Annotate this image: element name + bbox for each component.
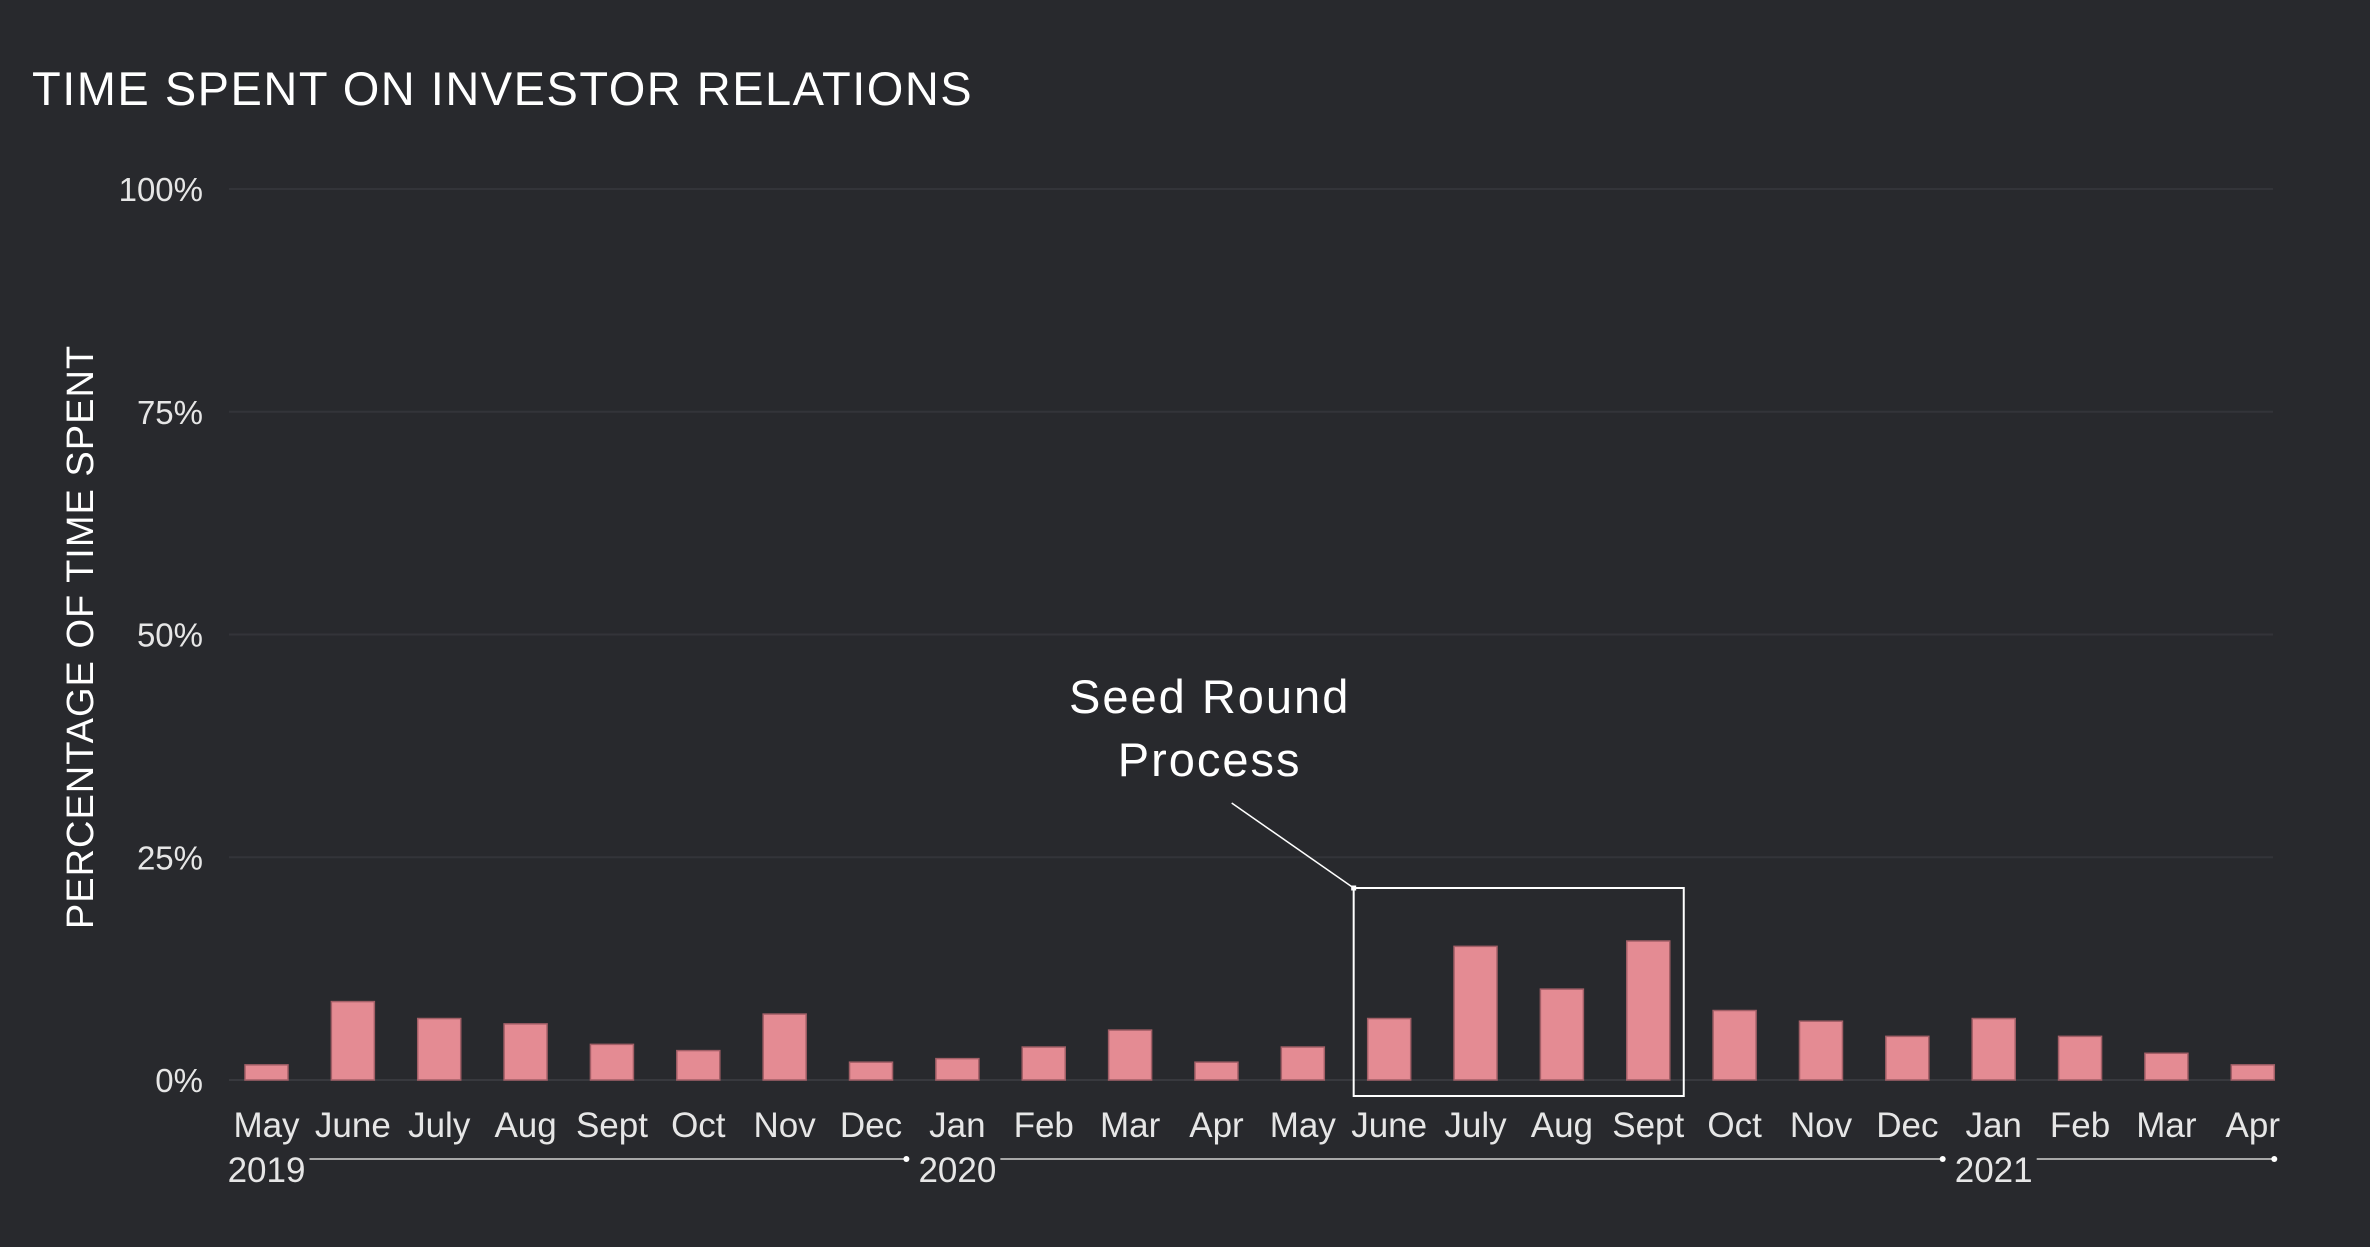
year-label-2019: 2019 (228, 1151, 306, 1190)
annotation-leader-dot (1351, 885, 1357, 891)
x-tick-label: Nov (754, 1106, 817, 1145)
bar-apr-11 (1194, 1061, 1239, 1081)
year-brackets: 2019 2020 2021 (228, 1151, 2278, 1190)
year-bracket-dot-2020 (1939, 1156, 1946, 1162)
bar-feb-21 (2057, 1035, 2103, 1081)
bar-jan-8 (935, 1057, 980, 1081)
bar-july-2 (416, 1017, 462, 1081)
x-tick-label: Apr (2226, 1106, 2281, 1145)
bar-july-14 (1453, 945, 1498, 1081)
bar-mar-10 (1107, 1029, 1153, 1081)
bar-may-12 (1280, 1046, 1326, 1081)
annotation-leader-line (1231, 802, 1355, 889)
bar-aug-15 (1539, 988, 1585, 1081)
y-tick-label: 75% (137, 394, 203, 431)
x-tick-label: Mar (2136, 1106, 2197, 1145)
x-tick-label: Apr (1189, 1106, 1244, 1145)
x-tick-label: June (315, 1106, 391, 1145)
bar-chart: TIME SPENT ON INVESTOR RELATIONS PERCENT… (32, 62, 2280, 1190)
x-tick-label: May (233, 1106, 300, 1145)
x-tick-label: Nov (1790, 1106, 1853, 1145)
x-tick-label: Mar (1100, 1106, 1161, 1145)
bar-nov-18 (1798, 1020, 1844, 1081)
bar-june-1 (330, 1000, 376, 1081)
y-axis-ticks: 0% 25% 50% 75% 100% (119, 171, 203, 1099)
year-label-2020: 2020 (918, 1151, 996, 1190)
bar-mar-22 (2144, 1052, 2189, 1081)
x-tick-label: May (1270, 1106, 1337, 1145)
y-axis-label: PERCENTAGE OF TIME SPENT (60, 345, 102, 929)
x-tick-label: June (1351, 1106, 1427, 1145)
bar-oct-17 (1712, 1009, 1757, 1081)
bar-jan-20 (1971, 1017, 2016, 1081)
bar-june-13 (1366, 1017, 1412, 1081)
x-tick-label: Feb (1014, 1106, 1074, 1145)
gridlines (229, 188, 2273, 1081)
y-tick-label: 0% (155, 1062, 203, 1099)
x-tick-label: Oct (1707, 1106, 1762, 1145)
x-tick-label: Feb (2050, 1106, 2110, 1145)
bar-dec-7 (848, 1061, 894, 1081)
x-tick-label: Sept (576, 1106, 648, 1145)
y-tick-label: 50% (137, 617, 203, 654)
x-axis-ticks: May June July Aug Sept Oct Nov Dec Jan Feb Mar Apr M… (233, 1106, 2280, 1145)
bar-nov-6 (762, 1013, 807, 1081)
bar-sept-4 (589, 1043, 635, 1081)
bar-may-0 (244, 1064, 289, 1081)
x-tick-label: July (408, 1106, 471, 1145)
bar-dec-19 (1885, 1035, 1930, 1081)
bar-aug-3 (503, 1023, 548, 1081)
x-tick-label: Aug (1531, 1106, 1593, 1145)
chart-title: TIME SPENT ON INVESTOR RELATIONS (32, 62, 973, 115)
bar-sept-16 (1626, 940, 1671, 1081)
bar-feb-9 (1021, 1046, 1066, 1081)
x-tick-label: Aug (494, 1106, 556, 1145)
bars (244, 940, 2276, 1081)
x-tick-label: Jan (929, 1106, 985, 1145)
x-tick-label: Sept (1612, 1106, 1684, 1145)
year-bracket-dot-2019 (903, 1156, 910, 1162)
x-tick-label: Dec (1876, 1106, 1938, 1145)
year-label-2021: 2021 (1955, 1151, 2033, 1190)
x-tick-label: Dec (840, 1106, 902, 1145)
annotation-text-line: Seed Round (1069, 670, 1350, 723)
x-tick-label: Jan (1965, 1106, 2021, 1145)
bar-oct-5 (676, 1049, 721, 1081)
y-tick-label: 25% (137, 839, 203, 876)
x-tick-label: Oct (671, 1106, 726, 1145)
y-tick-label: 100% (119, 171, 203, 208)
year-bracket-dot-2021 (2271, 1156, 2278, 1162)
annotation-text-line: Process (1118, 733, 1302, 786)
bar-apr-23 (2230, 1064, 2276, 1081)
x-tick-label: July (1444, 1106, 1507, 1145)
